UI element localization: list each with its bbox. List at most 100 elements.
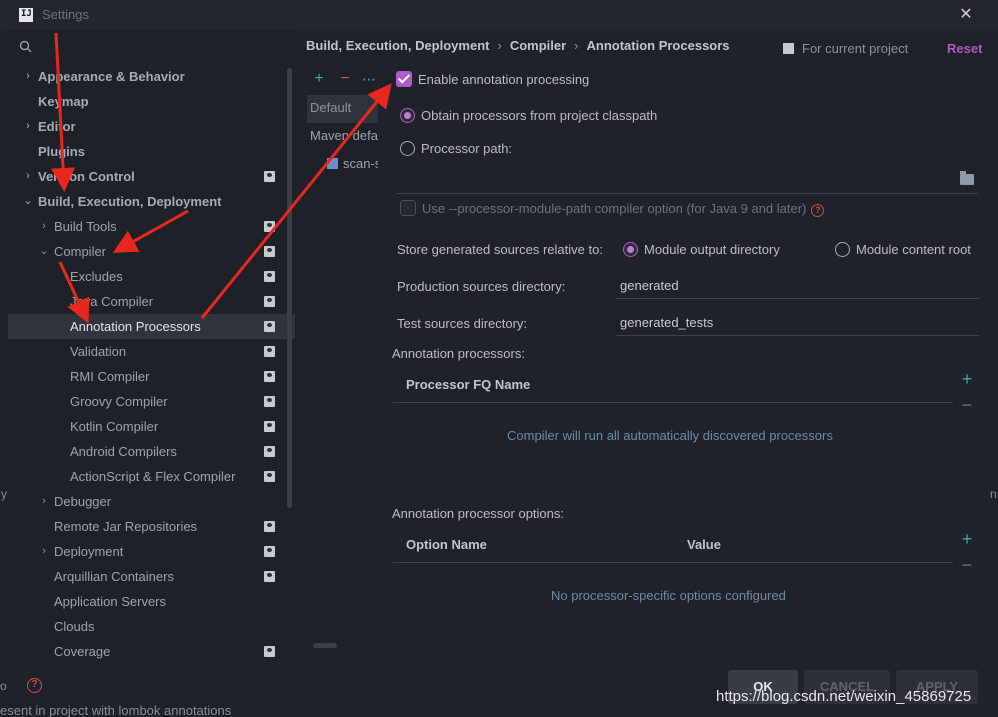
breadcrumb-item-compiler[interactable]: Compiler	[510, 38, 566, 53]
chevron-down-icon[interactable]: ⌄	[38, 239, 50, 264]
settings-search-input[interactable]	[36, 36, 286, 58]
sidebar-item-label: Arquillian Containers	[54, 569, 174, 584]
sidebar-item-label: RMI Compiler	[70, 369, 150, 384]
sidebar-item[interactable]: › Deployment	[8, 539, 295, 564]
help-icon[interactable]: ?	[27, 678, 42, 693]
processors-empty-text: Compiler will run all automatically disc…	[507, 428, 833, 443]
option-name-header[interactable]: Option Name	[406, 537, 487, 552]
module-output-directory-label: Module output directory	[644, 242, 780, 257]
chevron-right-icon[interactable]: ›	[22, 64, 34, 89]
remove-processor-button[interactable]: −	[960, 396, 974, 414]
close-icon[interactable]: ✕	[956, 5, 976, 25]
chevron-right-icon[interactable]: ›	[38, 489, 50, 514]
production-sources-field[interactable]: generated	[616, 273, 979, 299]
sidebar-item[interactable]: ⌄ Build, Execution, Deployment	[8, 189, 295, 214]
chevron-right-icon[interactable]: ›	[22, 164, 34, 189]
settings-tree: › Appearance & Behavior Keymap › Editor Plugi…	[8, 64, 295, 664]
obtain-from-classpath-option[interactable]: Obtain processors from project classpath	[400, 108, 657, 123]
project-scope-icon	[264, 471, 275, 482]
project-scope-icon	[264, 521, 275, 532]
profile-default[interactable]: Default	[307, 95, 378, 123]
sidebar-item-label: Remote Jar Repositories	[54, 519, 198, 534]
sidebar-item-label: Version Control	[38, 169, 135, 184]
sidebar-item-label: Editor	[38, 119, 76, 134]
module-output-directory-radio[interactable]	[623, 242, 638, 257]
production-sources-label: Production sources directory:	[397, 279, 566, 294]
add-processor-button[interactable]: +	[960, 370, 974, 388]
breadcrumb-item-annotation-processors: Annotation Processors	[586, 38, 730, 53]
more-options-icon[interactable]: ⋯	[360, 69, 378, 89]
module-content-root-label: Module content root	[856, 242, 971, 257]
chevron-right-icon[interactable]: ›	[38, 214, 50, 239]
enable-annotation-processing[interactable]: Enable annotation processing	[396, 71, 589, 87]
breadcrumb-separator: ›	[574, 38, 579, 53]
module-icon	[327, 158, 338, 169]
module-path-option: Use --processor-module-path compiler opt…	[400, 200, 825, 217]
project-icon	[783, 43, 794, 54]
chevron-down-icon[interactable]: ⌄	[22, 189, 34, 214]
sidebar-scrollbar[interactable]	[287, 68, 292, 508]
sidebar-item[interactable]: RMI Compiler	[8, 364, 295, 389]
remove-option-button[interactable]: −	[960, 556, 974, 574]
sidebar-item[interactable]: Validation	[8, 339, 295, 364]
watermark: https://blog.csdn.net/weixin_45869725	[716, 688, 972, 705]
sidebar-item[interactable]: Remote Jar Repositories	[8, 514, 295, 539]
profiles-scrollbar[interactable]	[313, 643, 337, 648]
processor-options-label: Annotation processor options:	[392, 506, 564, 521]
sidebar-item[interactable]: › Version Control	[8, 164, 295, 189]
processor-path-field[interactable]	[397, 166, 978, 194]
project-scope-icon	[264, 571, 275, 582]
module-path-label: Use --processor-module-path compiler opt…	[422, 201, 807, 216]
sidebar-item[interactable]: ⌄ Compiler	[8, 239, 295, 264]
module-content-root-option[interactable]: Module content root	[835, 242, 971, 257]
sidebar-item[interactable]: › Editor	[8, 114, 295, 139]
sidebar-item-label: Build Tools	[54, 219, 117, 234]
sidebar-item-label: Deployment	[54, 544, 124, 559]
project-scope-icon	[264, 646, 275, 657]
sidebar-item[interactable]: Android Compilers	[8, 439, 295, 464]
value-header[interactable]: Value	[687, 537, 721, 552]
breadcrumb-item-build[interactable]: Build, Execution, Deployment	[306, 38, 489, 53]
reset-link[interactable]: Reset	[947, 41, 982, 56]
store-relative-label: Store generated sources relative to:	[397, 242, 603, 257]
module-content-root-radio[interactable]	[835, 242, 850, 257]
sidebar-item[interactable]: Java Compiler	[8, 289, 295, 314]
background-window-fragment: o	[0, 679, 7, 693]
sidebar-item[interactable]: › Appearance & Behavior	[8, 64, 295, 89]
options-header-divider	[393, 562, 953, 563]
sidebar-item[interactable]: Clouds	[8, 614, 295, 639]
help-icon[interactable]: ?	[811, 204, 825, 217]
test-sources-field[interactable]: generated_tests	[616, 310, 979, 336]
sidebar-item[interactable]: Keymap	[8, 89, 295, 114]
profile-maven-default[interactable]: Maven default	[307, 123, 378, 151]
remove-profile-button[interactable]: −	[336, 69, 354, 89]
add-profile-button[interactable]: +	[310, 69, 328, 89]
annotation-processors-label: Annotation processors:	[392, 346, 525, 361]
sidebar-item[interactable]: › Debugger	[8, 489, 295, 514]
profiles-panel: + − ⋯ Default Maven default scan-s	[307, 66, 378, 651]
project-scope-icon	[264, 396, 275, 407]
folder-icon[interactable]	[960, 171, 974, 185]
sidebar-item[interactable]: Coverage	[8, 639, 295, 664]
project-scope-icon	[264, 346, 275, 357]
add-option-button[interactable]: +	[960, 530, 974, 548]
sidebar-item[interactable]: Annotation Processors	[8, 314, 295, 339]
sidebar-item-label: Kotlin Compiler	[70, 419, 159, 434]
sidebar-item[interactable]: Arquillian Containers	[8, 564, 295, 589]
sidebar-item[interactable]: Application Servers	[8, 589, 295, 614]
processor-path-radio[interactable]	[400, 141, 415, 156]
profile-module[interactable]: scan-s	[307, 151, 378, 179]
sidebar-item[interactable]: › Build Tools	[8, 214, 295, 239]
processor-path-option[interactable]: Processor path:	[400, 141, 512, 156]
sidebar-item[interactable]: Excludes	[8, 264, 295, 289]
sidebar-item[interactable]: Plugins	[8, 139, 295, 164]
chevron-right-icon[interactable]: ›	[22, 114, 34, 139]
module-output-directory-option[interactable]: Module output directory	[623, 242, 780, 257]
processor-fq-name-header[interactable]: Processor FQ Name	[406, 377, 530, 392]
obtain-from-classpath-radio[interactable]	[400, 108, 415, 123]
sidebar-item[interactable]: Kotlin Compiler	[8, 414, 295, 439]
sidebar-item[interactable]: Groovy Compiler	[8, 389, 295, 414]
chevron-right-icon[interactable]: ›	[38, 539, 50, 564]
sidebar-item[interactable]: ActionScript & Flex Compiler	[8, 464, 295, 489]
enable-annotation-processing-checkbox[interactable]	[396, 71, 412, 87]
